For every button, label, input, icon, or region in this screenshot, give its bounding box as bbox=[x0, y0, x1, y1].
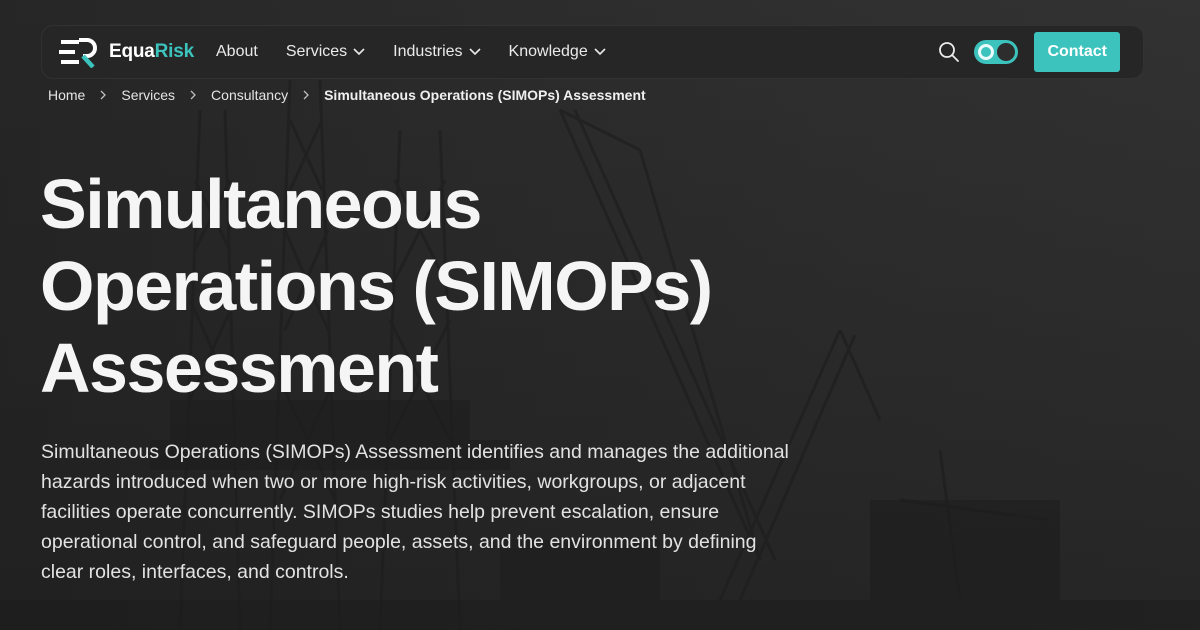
toggle-indicator-icon bbox=[978, 44, 995, 60]
brand-name: EquaRisk bbox=[109, 41, 194, 63]
nav-item-label: Knowledge bbox=[508, 43, 588, 60]
chevron-right-icon bbox=[303, 90, 310, 100]
brand-name-part2: Risk bbox=[154, 41, 195, 62]
nav-item-industries[interactable]: Industries bbox=[393, 43, 481, 61]
nav-item-services[interactable]: Services bbox=[286, 43, 365, 61]
toggle-knob bbox=[997, 43, 1016, 61]
nav-item-about[interactable]: About bbox=[216, 43, 258, 61]
hero-description-line: operational control, and safeguard peopl… bbox=[41, 531, 757, 553]
breadcrumb-current: Simultaneous Operations (SIMOPs) Assessm… bbox=[324, 87, 646, 103]
page-title: Simultaneous Operations (SIMOPs) Assessm… bbox=[40, 163, 940, 409]
hero-description-line: facilities operate concurrently. SIMOPs … bbox=[41, 501, 720, 523]
brand-logo[interactable]: EquaRisk bbox=[59, 36, 194, 68]
nav-item-knowledge[interactable]: Knowledge bbox=[509, 43, 606, 61]
theme-toggle[interactable] bbox=[974, 40, 1019, 64]
breadcrumb-home[interactable]: Home bbox=[48, 87, 85, 103]
page-title-line: Simultaneous bbox=[40, 165, 482, 243]
navbar-actions: Contact bbox=[938, 32, 1143, 72]
nav-item-label: Industries bbox=[393, 43, 463, 60]
main-navbar: EquaRisk About Services Industries Knowl… bbox=[41, 25, 1144, 79]
page-title-line: Assessment bbox=[40, 329, 439, 407]
equarisk-logo-icon bbox=[59, 38, 97, 68]
chevron-right-icon bbox=[100, 90, 107, 100]
page-title-line: Operations (SIMOPs) bbox=[40, 247, 713, 325]
chevron-right-icon bbox=[190, 90, 196, 100]
hero-description-line: hazards introduced when two or more high… bbox=[41, 471, 746, 493]
contact-button[interactable]: Contact bbox=[1034, 32, 1120, 72]
breadcrumb: Home Services Consultancy Simultaneous O… bbox=[48, 87, 646, 103]
nav-item-label: Services bbox=[285, 43, 348, 60]
search-icon[interactable] bbox=[938, 41, 960, 63]
breadcrumb-consultancy[interactable]: Consultancy bbox=[211, 87, 288, 103]
nav-item-label: About bbox=[216, 43, 258, 60]
chevron-down-icon bbox=[594, 48, 606, 56]
primary-nav: About Services Industries Knowledge bbox=[216, 43, 634, 61]
chevron-down-icon bbox=[468, 48, 481, 56]
hero-description: Simultaneous Operations (SIMOPs) Assessm… bbox=[41, 437, 846, 587]
hero-description-line: Simultaneous Operations (SIMOPs) Assessm… bbox=[41, 441, 789, 463]
hero-description-line: clear roles, interfaces, and controls. bbox=[41, 561, 349, 583]
chevron-down-icon bbox=[353, 48, 365, 56]
brand-name-part1: Equa bbox=[109, 41, 155, 62]
breadcrumb-services[interactable]: Services bbox=[121, 87, 175, 103]
